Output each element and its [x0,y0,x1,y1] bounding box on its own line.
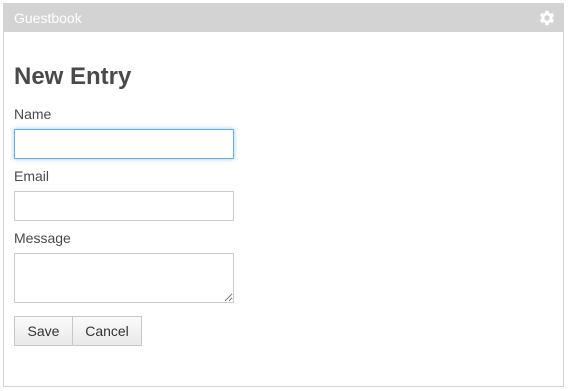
name-label: Name [14,106,52,122]
guestbook-panel: Guestbook New Entry Name Email Message S… [3,3,564,387]
gear-icon[interactable] [538,9,556,27]
save-button[interactable]: Save [14,316,73,346]
name-field[interactable] [14,129,234,159]
message-field[interactable] [14,253,234,303]
panel-header: Guestbook [4,4,563,32]
email-label: Email [14,168,50,184]
cancel-button[interactable]: Cancel [72,316,142,346]
message-label: Message [14,230,71,246]
email-field[interactable] [14,191,234,221]
page-title: New Entry [14,63,132,90]
panel-title: Guestbook [14,10,82,26]
